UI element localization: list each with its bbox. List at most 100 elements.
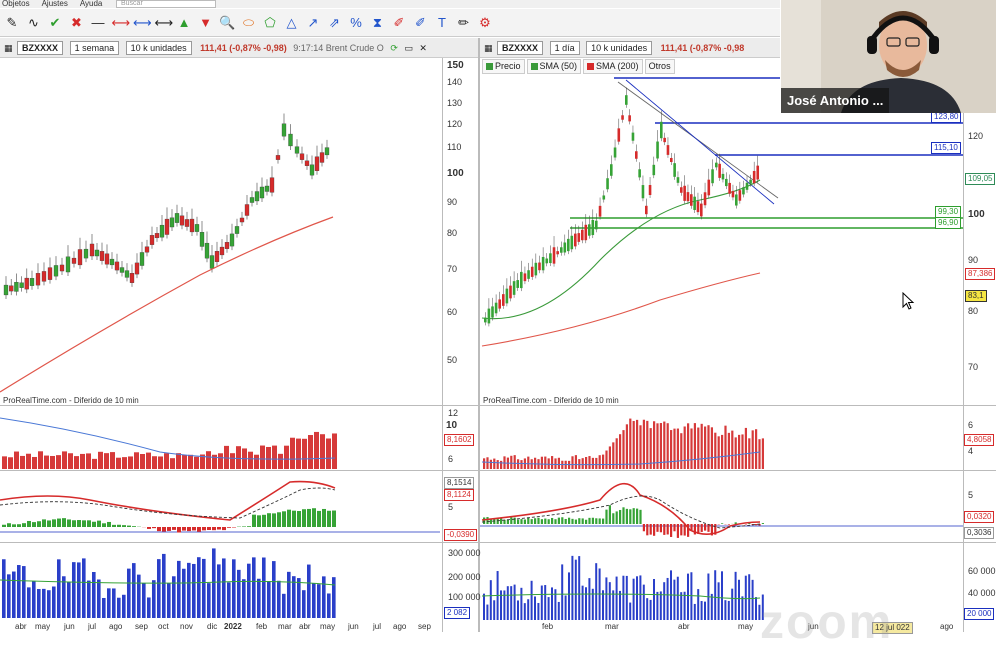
volume-bar (87, 581, 91, 618)
price-axis-label: 50 (447, 355, 457, 365)
macd-bar (117, 525, 121, 527)
histogram-bar (146, 453, 151, 469)
volume-bar (673, 580, 675, 620)
histogram-bar (486, 457, 488, 469)
candle (642, 185, 645, 198)
macd-bar (670, 524, 672, 537)
month-label: jun (348, 622, 359, 631)
histogram-bar (122, 457, 127, 469)
candle (488, 309, 491, 324)
month-label: nov (180, 622, 193, 631)
volume-bar (137, 575, 141, 618)
macd-bar (212, 527, 216, 530)
vol-axis-label: 100 000 (448, 592, 481, 602)
macd-bar (257, 515, 261, 527)
macd-bar (242, 526, 246, 527)
volume-bar (650, 600, 652, 620)
macd-bar (222, 527, 226, 530)
volume-bar (663, 582, 665, 620)
histogram-bar (633, 421, 635, 469)
candle (513, 281, 516, 295)
macd-bar (585, 520, 587, 524)
volume-bar (731, 589, 733, 620)
candle (735, 194, 738, 205)
volume-bar (307, 565, 311, 618)
vol-axis-label: 300 000 (448, 548, 481, 558)
macd-bar (568, 518, 570, 524)
volume-bar (687, 574, 689, 620)
volume-bar (42, 589, 46, 618)
macd-bar (650, 524, 652, 535)
histogram-bar (636, 420, 638, 469)
volume-bar (62, 576, 66, 618)
histogram-bar (152, 456, 157, 469)
candle (638, 169, 641, 177)
candle (125, 271, 129, 278)
volume-bar (517, 600, 519, 620)
volume-bar (37, 589, 41, 618)
candle (549, 253, 552, 263)
macd-bar (690, 524, 692, 530)
candle (683, 186, 686, 201)
macd-bar (622, 507, 624, 524)
macd-bar (643, 524, 645, 531)
macd-bar (7, 523, 11, 527)
macd-bar (332, 511, 336, 527)
histogram-bar (56, 455, 61, 469)
candle (667, 145, 670, 155)
candle (739, 190, 742, 201)
macd-bar (87, 520, 91, 527)
volume-bar (257, 579, 261, 618)
macd-bar (762, 523, 764, 524)
month-label: may (320, 622, 335, 631)
candle (72, 258, 76, 263)
macd-bar (262, 515, 266, 527)
candle (595, 221, 598, 230)
macd-bar (565, 519, 567, 524)
histogram-bar (170, 458, 175, 469)
volume-bar (82, 558, 86, 618)
ind2-axis-label: 5 (448, 502, 453, 512)
macd-bar (12, 524, 16, 527)
histogram-bar (701, 424, 703, 469)
candle (130, 273, 134, 283)
histogram-bar (684, 426, 686, 469)
histogram-bar (646, 421, 648, 469)
volume-bar (227, 582, 231, 618)
volume-bar (724, 600, 726, 620)
candle (95, 250, 99, 256)
volume-bar (332, 577, 336, 618)
candle (660, 122, 663, 138)
candle (255, 192, 259, 201)
macd-bar (37, 521, 41, 527)
volume-bar (47, 590, 51, 618)
candle (581, 230, 584, 240)
vol-axis-label: 40 000 (968, 588, 996, 598)
sma-line (0, 217, 333, 392)
volume-bar (718, 582, 720, 620)
candle (715, 163, 718, 168)
volume-bar (157, 559, 161, 618)
macd-bar (588, 518, 590, 524)
macd-bar (554, 519, 556, 524)
price-axis-label: 70 (447, 264, 457, 274)
volume-bar (17, 565, 21, 618)
macd-bar (646, 524, 648, 535)
histogram-bar (236, 446, 241, 469)
right-daily-chart (480, 78, 963, 620)
histogram-bar (690, 428, 692, 469)
volume-bar (132, 563, 136, 618)
volume-bar (636, 576, 638, 620)
histogram-bar (548, 458, 550, 469)
candle (680, 187, 683, 193)
ind1-axis-label: 6 (968, 420, 973, 430)
macd-bar (537, 518, 539, 524)
volume-bar (267, 581, 271, 618)
macd-bar (514, 518, 516, 524)
candle (531, 267, 534, 277)
macd-bar (47, 520, 51, 527)
histogram-bar (296, 439, 301, 469)
candle (599, 206, 602, 217)
histogram-bar (677, 429, 679, 469)
volume-bar (735, 572, 737, 620)
